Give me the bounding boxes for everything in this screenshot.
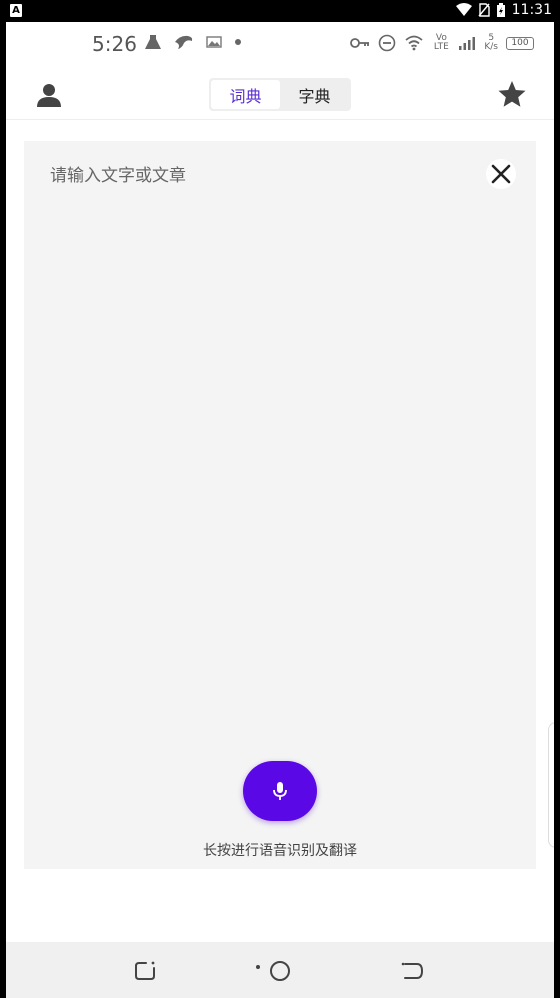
- wifi-signal-icon: [405, 35, 423, 51]
- inner-status-right-icons: Vo LTE 5 K/s 100: [350, 34, 534, 52]
- system-navigation-bar: [6, 942, 554, 998]
- back-icon: [401, 962, 424, 979]
- voice-hint-text: 长按进行语音识别及翻译: [203, 843, 357, 859]
- back-button[interactable]: [400, 960, 426, 982]
- battery-level: 100: [506, 36, 534, 50]
- voice-input-button[interactable]: [243, 761, 317, 821]
- app-badge-icon: A: [10, 4, 22, 17]
- edge-panel-handle[interactable]: [548, 722, 554, 848]
- key-icon: [350, 38, 370, 48]
- network-speed: 5 K/s: [484, 33, 498, 52]
- person-icon: [37, 84, 61, 107]
- app-screen: 5:26 Vo LTE 5 K/s 100 词典 字典 请输入文字或文章 长按进…: [6, 22, 554, 998]
- home-icon: [256, 961, 290, 981]
- dictionary-tab-switch: 词典 字典: [209, 78, 351, 111]
- inner-clock: 5:26: [92, 32, 137, 56]
- battery-charging-icon: [496, 2, 505, 17]
- outer-status-bar: A 11:31: [0, 0, 560, 22]
- outer-status-icons: 11:31: [455, 2, 552, 18]
- tab-word-dictionary[interactable]: 词典: [211, 80, 280, 109]
- close-icon: [491, 164, 511, 184]
- inner-status-bar: 5:26 Vo LTE 5 K/s 100: [6, 22, 554, 66]
- dot-icon: [235, 39, 241, 45]
- flask-icon: [145, 35, 161, 49]
- recent-apps-icon: [135, 961, 155, 980]
- translation-input-area[interactable]: 请输入文字或文章 长按进行语音识别及翻译: [24, 141, 536, 869]
- outer-clock: 11:31: [511, 2, 552, 18]
- home-button[interactable]: [254, 960, 294, 982]
- inner-status-left-icons: [144, 34, 242, 50]
- volte-indicator: Vo LTE: [433, 33, 449, 52]
- user-profile-button[interactable]: [34, 80, 64, 110]
- star-icon: [498, 81, 526, 107]
- microphone-icon: [273, 782, 287, 800]
- tab-character-dictionary[interactable]: 字典: [280, 80, 349, 109]
- input-placeholder: 请输入文字或文章: [50, 166, 186, 186]
- app-top-bar: 词典 字典: [6, 72, 554, 120]
- bird-icon: [175, 35, 193, 49]
- clear-input-button[interactable]: [486, 159, 516, 189]
- cell-signal-icon: [459, 37, 476, 50]
- recent-apps-button[interactable]: [133, 960, 159, 982]
- wifi-icon: [455, 3, 472, 16]
- no-sim-icon: [478, 3, 490, 17]
- do-not-disturb-icon: [379, 34, 396, 52]
- favorites-button[interactable]: [496, 78, 528, 110]
- image-icon: [206, 36, 222, 48]
